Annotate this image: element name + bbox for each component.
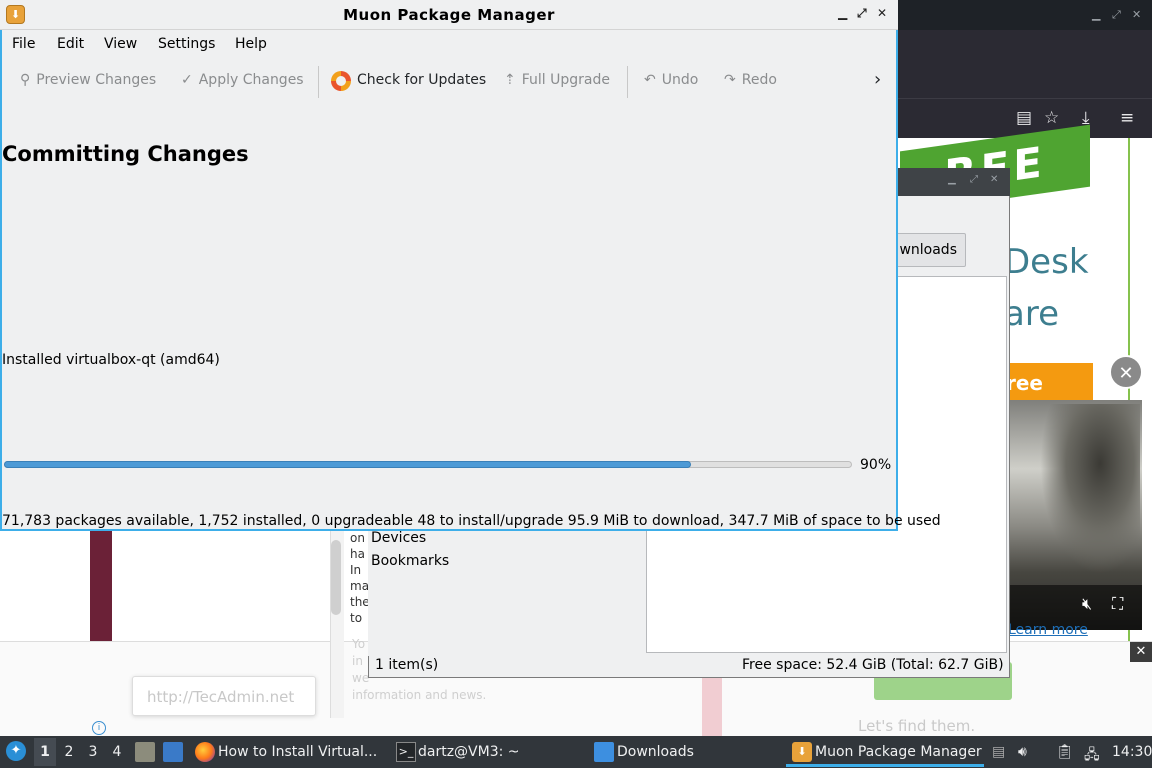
ad-close-button[interactable]: ✕ <box>1109 355 1143 389</box>
update-icon <box>331 71 351 91</box>
software-line: are <box>1004 294 1059 334</box>
status-bar: 71,783 packages available, 1,752 install… <box>2 513 941 529</box>
desktop-4[interactable]: 4 <box>107 744 127 760</box>
desktop-1[interactable]: 1 <box>35 744 55 760</box>
minimize-icon[interactable]: ▁ <box>948 174 956 185</box>
task-downloads[interactable]: Downloads <box>617 744 694 760</box>
check-label: Check for Updates <box>357 72 487 88</box>
redo-button[interactable]: ↷ Redo <box>724 72 777 88</box>
maximize-icon[interactable]: ⤢ <box>1112 8 1121 22</box>
apply-changes-button[interactable]: ✓ Apply Changes <box>181 72 304 88</box>
hamburger-menu-icon[interactable]: ≡ <box>1120 108 1134 128</box>
places-panel <box>368 528 646 656</box>
undo-button[interactable]: ↶ Undo <box>644 72 698 88</box>
menu-file[interactable]: File <box>12 36 35 52</box>
progress-fill <box>4 461 691 468</box>
item-count: 1 item(s) <box>375 657 439 673</box>
minimize-icon[interactable]: ▁ <box>1092 8 1100 21</box>
close-icon[interactable]: ✕ <box>877 6 887 20</box>
article-scroll-thumb[interactable] <box>331 540 341 615</box>
toolbar-separator <box>627 66 628 98</box>
check-for-updates-button[interactable]: Check for Updates <box>357 72 486 88</box>
video-frame <box>1040 404 1140 574</box>
learn-more-link[interactable]: Learn more <box>1008 622 1088 638</box>
redo-label: Redo <box>741 72 777 88</box>
search-icon: ⚲ <box>20 72 31 88</box>
preview-changes-button[interactable]: ⚲ Preview Changes <box>20 72 156 88</box>
redo-icon: ↷ <box>724 72 736 88</box>
menu-view[interactable]: View <box>104 36 137 52</box>
app-launcher-icon[interactable]: ✦ <box>6 741 26 761</box>
active-task-indicator <box>786 764 984 767</box>
places-devices[interactable]: Devices <box>371 530 426 546</box>
free-download-button[interactable]: ree <box>1000 363 1093 403</box>
bookmark-star-icon[interactable]: ☆ <box>1044 108 1059 128</box>
toolbar-overflow-chevron-icon[interactable]: › <box>874 69 881 90</box>
free-space: Free space: 52.4 GiB (Total: 62.7 GiB) <box>742 657 1004 673</box>
upgrade-label: Full Upgrade <box>521 72 610 88</box>
network-icon[interactable]: 🖧 <box>1084 744 1100 768</box>
task-muon[interactable]: Muon Package Manager <box>815 744 982 760</box>
file-manager-launcher-icon[interactable] <box>135 742 155 762</box>
menu-edit[interactable]: Edit <box>57 36 84 52</box>
window-title: Muon Package Manager <box>343 6 555 24</box>
volume-icon[interactable]: 🔊︎ <box>1018 744 1027 760</box>
menu-help[interactable]: Help <box>235 36 267 52</box>
check-icon: ✓ <box>181 72 193 88</box>
progress-percent: 90% <box>860 457 892 473</box>
muon-app-icon: ⬇ <box>792 742 812 762</box>
info-icon[interactable]: i <box>92 721 106 735</box>
apply-label: Apply Changes <box>198 72 304 88</box>
lets-find-text: Let's find them. <box>858 717 976 735</box>
maximize-icon[interactable]: ⤢ <box>970 174 978 185</box>
tecadmin-url-box[interactable]: http://TecAdmin.net <box>132 676 316 716</box>
undo-label: Undo <box>661 72 699 88</box>
reader-view-icon[interactable]: ▤ <box>1016 108 1032 128</box>
package-updates-icon[interactable]: ▤ <box>992 744 1005 760</box>
progress-message: Installed virtualbox-qt (amd64) <box>2 352 220 368</box>
desktop-3[interactable]: 3 <box>83 744 103 760</box>
mute-icon[interactable]: 🔇︎ <box>1082 594 1092 614</box>
preview-label: Preview Changes <box>36 72 157 88</box>
toolbar-separator <box>318 66 319 98</box>
upgrade-icon: ⇡ <box>504 72 516 88</box>
article-text: on ha In ma the to <box>350 531 370 625</box>
desktop-2[interactable]: 2 <box>59 744 79 760</box>
clipboard-icon[interactable]: 📋︎ <box>1056 744 1074 760</box>
menu-settings[interactable]: Settings <box>158 36 215 52</box>
desk-line: Desk <box>1004 242 1089 282</box>
close-icon[interactable]: ✕ <box>990 174 998 185</box>
page-title: Committing Changes <box>2 142 249 166</box>
task-terminal[interactable]: dartz@VM3: ~ <box>418 744 520 760</box>
undo-icon: ↶ <box>644 72 656 88</box>
browser-tab-row <box>898 30 1152 98</box>
fullscreen-icon[interactable]: ⛶ <box>1112 594 1123 614</box>
page-blank <box>112 528 330 641</box>
desk-software-text: Desk are <box>1004 236 1089 340</box>
clock[interactable]: 14:30 <box>1112 744 1152 760</box>
firefox-icon <box>195 742 215 762</box>
maximize-icon[interactable]: ⤢ <box>857 6 867 21</box>
page-sidebar <box>90 528 112 641</box>
close-icon[interactable]: ✕ <box>1132 8 1141 21</box>
places-bookmarks[interactable]: Bookmarks <box>371 553 449 569</box>
terminal-icon: >_ <box>396 742 416 762</box>
banner-close-icon[interactable]: ✕ <box>1130 642 1152 662</box>
show-desktop-icon[interactable] <box>163 742 183 762</box>
full-upgrade-button[interactable]: ⇡ Full Upgrade <box>504 72 610 88</box>
minimize-icon[interactable]: ▁ <box>838 6 847 20</box>
task-firefox[interactable]: How to Install Virtual... <box>218 744 377 760</box>
folder-icon <box>594 742 614 762</box>
